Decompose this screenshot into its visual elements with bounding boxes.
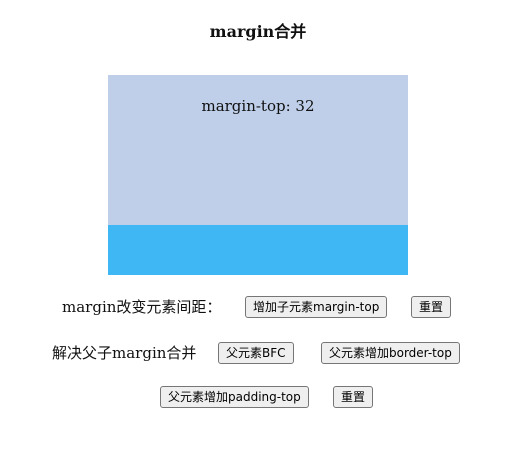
fix-collapse-label: 解决父子margin合并	[52, 344, 197, 362]
parent-box: margin-top: 32	[108, 75, 408, 275]
add-child-margin-top-button[interactable]: 增加子元素margin-top	[245, 296, 388, 318]
margin-change-label: margin改变元素间距：	[62, 298, 222, 316]
reset-button-2[interactable]: 重置	[333, 386, 374, 408]
sibling-box	[108, 225, 408, 275]
parent-bfc-button[interactable]: 父元素BFC	[218, 342, 294, 364]
page-title: margin合并	[209, 22, 307, 41]
parent-border-top-button[interactable]: 父元素增加border-top	[321, 342, 460, 364]
parent-padding-top-button[interactable]: 父元素增加padding-top	[160, 386, 309, 408]
reset-button-1[interactable]: 重置	[411, 296, 452, 318]
child-margin-label: margin-top: 32	[201, 97, 315, 115]
